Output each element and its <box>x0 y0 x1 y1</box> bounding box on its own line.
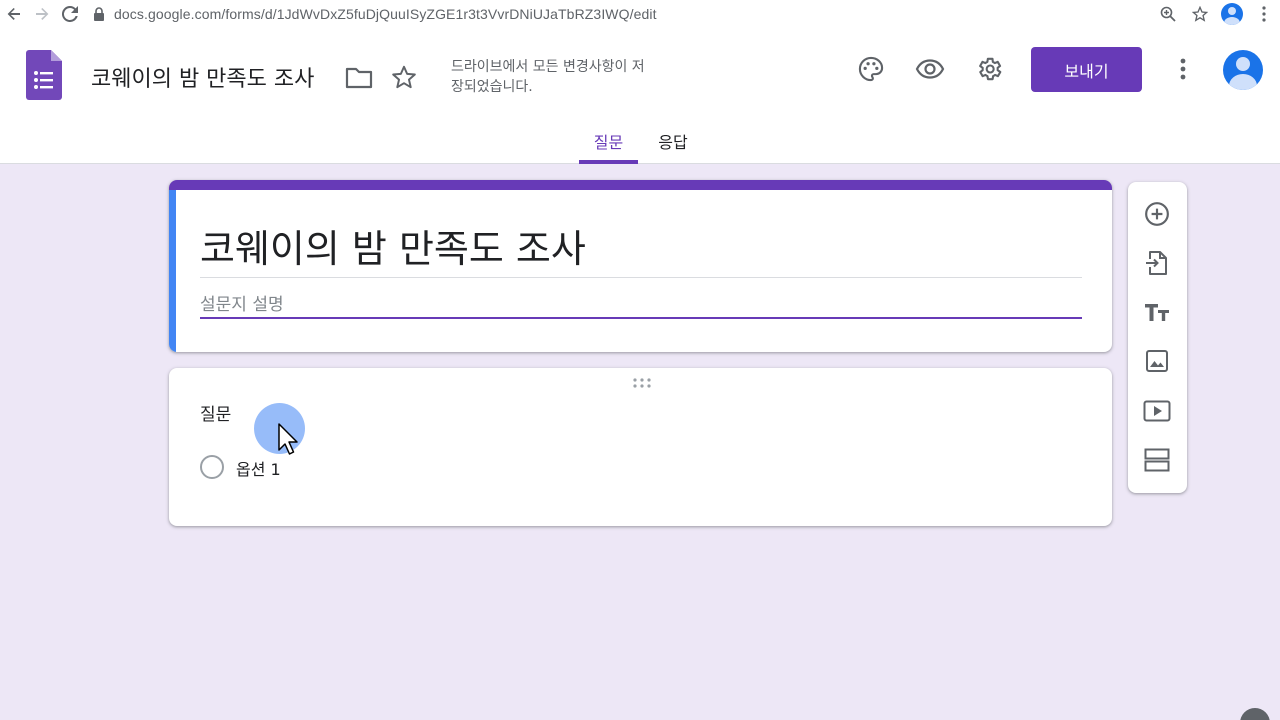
section-icon <box>1144 448 1170 472</box>
zoom-button[interactable] <box>1152 0 1184 28</box>
more-vert-icon <box>1262 6 1266 22</box>
description-focus-underline <box>200 317 1082 319</box>
bookmark-button[interactable] <box>1184 0 1216 28</box>
forward-button[interactable] <box>28 0 56 28</box>
save-status: 드라이브에서 모든 변경사항이 저장되었습니다. <box>451 59 645 95</box>
folder-icon <box>345 67 373 89</box>
forms-logo-icon[interactable] <box>26 50 62 100</box>
send-button[interactable]: 보내기 <box>1031 47 1142 92</box>
drag-handle-icon[interactable] <box>632 377 652 389</box>
more-options-button[interactable] <box>1168 54 1198 84</box>
form-description-input[interactable]: 설문지 설명 <box>200 290 284 315</box>
star-icon <box>392 65 416 89</box>
more-vert-icon <box>1180 58 1186 80</box>
mouse-cursor-icon <box>278 423 298 455</box>
eye-icon <box>915 59 945 79</box>
theme-color-bar <box>169 180 1112 190</box>
tab-questions[interactable]: 질문 <box>579 128 638 164</box>
profile-button[interactable] <box>1216 0 1248 28</box>
palette-icon <box>858 56 884 82</box>
arrow-right-icon <box>36 8 49 20</box>
image-icon <box>1146 350 1168 372</box>
add-question-button[interactable] <box>1141 198 1173 230</box>
tab-responses[interactable]: 응답 <box>648 128 698 164</box>
option-label[interactable]: 옵션 1 <box>236 456 281 480</box>
help-button[interactable] <box>1240 708 1270 720</box>
import-icon <box>1146 251 1167 275</box>
add-section-button[interactable] <box>1141 444 1173 476</box>
zoom-icon <box>1160 6 1176 22</box>
settings-button[interactable] <box>974 54 1004 84</box>
account-avatar[interactable] <box>1223 50 1263 90</box>
add-circle-icon <box>1145 202 1169 226</box>
add-image-button[interactable] <box>1141 345 1173 377</box>
side-toolbar <box>1128 182 1187 493</box>
gear-icon <box>979 57 1002 81</box>
arrow-left-icon <box>7 8 20 20</box>
form-title-input[interactable]: 코웨이의 밤 만족도 조사 <box>200 218 586 273</box>
url-text: docs.google.com/forms/d/1JdWvDxZ5fuDjQuu… <box>114 6 657 22</box>
radio-button <box>200 455 224 479</box>
lock-icon <box>94 7 104 21</box>
reload-button[interactable] <box>56 0 84 28</box>
back-button[interactable] <box>0 0 28 28</box>
avatar <box>1221 3 1243 25</box>
preview-button[interactable] <box>915 54 945 84</box>
address-bar[interactable]: docs.google.com/forms/d/1JdWvDxZ5fuDjQuu… <box>92 2 657 26</box>
reload-icon <box>62 6 78 22</box>
doc-title[interactable]: 코웨이의 밤 만족도 조사 <box>91 61 314 93</box>
app-header: 코웨이의 밤 만족도 조사 드라이브에서 모든 변경사항이 저장되었습니다. 보… <box>0 28 1280 164</box>
question-card[interactable]: 질문 옵션 1 <box>169 368 1112 526</box>
browser-toolbar: docs.google.com/forms/d/1JdWvDxZ5fuDjQuu… <box>0 0 1280 28</box>
question-title[interactable]: 질문 <box>200 400 231 425</box>
customize-theme-button[interactable] <box>856 54 886 84</box>
video-icon <box>1143 400 1171 422</box>
form-title-card: 코웨이의 밤 만족도 조사 설문지 설명 <box>169 180 1112 352</box>
add-video-button[interactable] <box>1141 395 1173 427</box>
move-to-folder-button[interactable] <box>344 62 374 92</box>
focus-indicator <box>169 190 176 352</box>
title-text-icon <box>1145 304 1169 321</box>
import-questions-button[interactable] <box>1141 247 1173 279</box>
star-icon <box>1192 6 1208 22</box>
browser-menu-button[interactable] <box>1248 0 1280 28</box>
add-title-button[interactable] <box>1141 296 1173 328</box>
divider <box>200 277 1082 278</box>
star-button[interactable] <box>389 62 419 92</box>
